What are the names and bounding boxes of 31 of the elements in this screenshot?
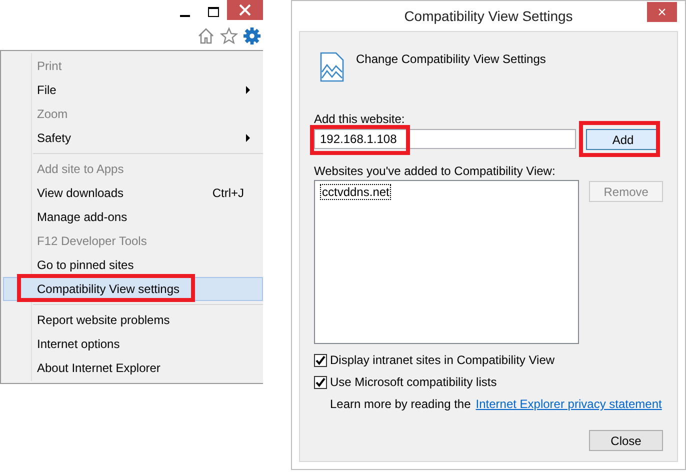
settings-icon[interactable] [243,27,261,45]
menu-item[interactable]: Internet options [3,332,263,356]
info-text: Learn more by reading the [330,397,471,411]
list-label: Websites you've added to Compatibility View: [314,164,556,180]
menu-item[interactable]: Safety [3,126,263,150]
submenu-arrow-icon [246,134,250,142]
menu-item[interactable]: View downloads Ctrl+J [3,181,263,205]
field-label: Add this website: [314,112,406,128]
checkbox[interactable] [314,376,327,388]
close-button[interactable] [227,0,263,20]
close-icon [239,4,251,16]
document-icon [320,52,344,82]
website-field[interactable]: 192.168.1.108 [314,129,576,149]
list-item[interactable]: cctvddns.net [320,184,392,200]
privacy-link[interactable]: Internet Explorer privacy statement [476,397,662,411]
menu-item[interactable]: File [3,78,263,102]
close-dialog-button[interactable]: Close [589,430,663,451]
menu-item[interactable]: About Internet Explorer [3,356,263,380]
menu-item[interactable]: Go to pinned sites [3,253,263,277]
close-button[interactable]: × [647,2,677,22]
window-title: Compatibility View Settings [404,8,573,24]
menu-item[interactable]: Manage add-ons [3,205,263,229]
checkbox[interactable] [314,354,327,366]
home-icon[interactable] [197,27,215,45]
website-list[interactable]: cctvddns.net [314,180,580,344]
checkbox-label: Display intranet sites in Compatibility View [330,353,555,367]
star-icon[interactable] [220,27,238,45]
submenu-arrow-icon [246,86,250,94]
checkbox-label: Use Microsoft compatibility lists [330,375,497,389]
menu-item[interactable]: Report website problems [3,308,263,332]
dialog-heading: Change Compatibility View Settings [356,52,546,68]
